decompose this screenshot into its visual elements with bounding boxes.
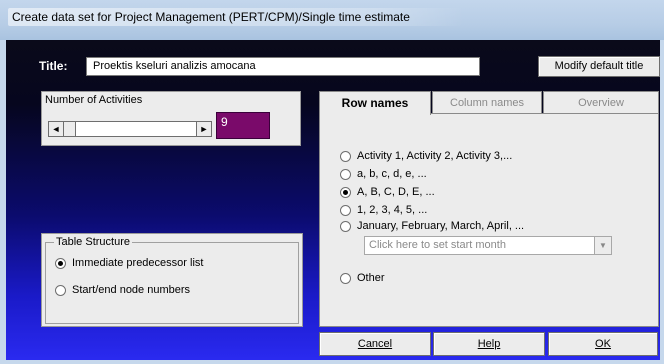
radio-unselected-icon[interactable] — [340, 272, 351, 284]
radio-label: a, b, c, d, e, ... — [357, 168, 427, 180]
scroll-thumb[interactable] — [63, 122, 76, 136]
radio-selected-icon[interactable] — [55, 257, 66, 269]
start-month-select[interactable]: Click here to set start month ▼ — [364, 236, 612, 255]
cancel-label: Cancel — [357, 338, 393, 350]
radio-label: Other — [357, 272, 385, 284]
tab-row-names[interactable]: Row names — [319, 91, 431, 115]
radio-start-end-node[interactable]: Start/end node numbers — [55, 284, 190, 296]
radio-unselected-icon[interactable] — [340, 220, 351, 232]
radio-label: January, February, March, April, ... — [357, 220, 525, 232]
activities-panel: Number of Activities ◄ ► 9 — [41, 91, 301, 146]
radio-selected-icon[interactable] — [340, 186, 351, 198]
help-button[interactable]: Help — [433, 332, 545, 356]
ok-label: OK — [595, 338, 611, 350]
radio-label: Immediate predecessor list — [72, 257, 204, 269]
table-structure-panel: Table Structure Immediate predecessor li… — [41, 233, 303, 327]
radio-unselected-icon[interactable] — [55, 284, 66, 296]
table-structure-legend: Table Structure — [54, 236, 132, 248]
help-label: Help — [477, 338, 501, 350]
tab-column-names[interactable]: Column names — [432, 91, 542, 113]
radio-label: Activity 1, Activity 2, Activity 3,... — [357, 150, 513, 162]
title-label: Title: — [39, 59, 68, 73]
tab-strip: Row names Column names Overview — [319, 91, 659, 115]
radio-activity-names[interactable]: Activity 1, Activity 2, Activity 3,... — [340, 150, 512, 162]
activities-label: Number of Activities — [45, 94, 143, 106]
table-structure-group: Table Structure Immediate predecessor li… — [45, 236, 299, 324]
radio-numbers[interactable]: 1, 2, 3, 4, 5, ... — [340, 204, 427, 216]
scroll-right-arrow-icon[interactable]: ► — [196, 122, 211, 136]
row-names-panel: Activity 1, Activity 2, Activity 3,... a… — [319, 113, 659, 327]
radio-immediate-predecessor[interactable]: Immediate predecessor list — [55, 257, 203, 269]
radio-label: 1, 2, 3, 4, 5, ... — [357, 204, 428, 216]
dialog-window: Create data set for Project Management (… — [0, 0, 664, 364]
radio-months[interactable]: January, February, March, April, ... — [340, 220, 524, 232]
chevron-down-icon[interactable]: ▼ — [594, 237, 611, 254]
radio-other[interactable]: Other — [340, 272, 385, 284]
scroll-left-arrow-icon[interactable]: ◄ — [49, 122, 64, 136]
title-input[interactable]: Proektis kseluri analizis amocana — [86, 57, 480, 76]
ok-button[interactable]: OK — [548, 332, 658, 356]
radio-lowercase-letters[interactable]: a, b, c, d, e, ... — [340, 168, 427, 180]
radio-unselected-icon[interactable] — [340, 204, 351, 216]
radio-label: A, B, C, D, E, ... — [357, 186, 435, 198]
start-month-placeholder: Click here to set start month — [369, 239, 506, 251]
radio-label: Start/end node numbers — [72, 284, 191, 296]
tab-overview[interactable]: Overview — [543, 91, 659, 113]
title-bar: Create data set for Project Management (… — [0, 0, 664, 40]
activities-scrollbar[interactable]: ◄ ► — [48, 121, 212, 137]
radio-unselected-icon[interactable] — [340, 168, 351, 180]
window-title: Create data set for Project Management (… — [8, 8, 464, 26]
radio-uppercase-letters[interactable]: A, B, C, D, E, ... — [340, 186, 435, 198]
activities-count: 9 — [216, 112, 270, 139]
radio-unselected-icon[interactable] — [340, 150, 351, 162]
modify-default-title-button[interactable]: Modify default title — [538, 56, 660, 77]
cancel-button[interactable]: Cancel — [319, 332, 431, 356]
